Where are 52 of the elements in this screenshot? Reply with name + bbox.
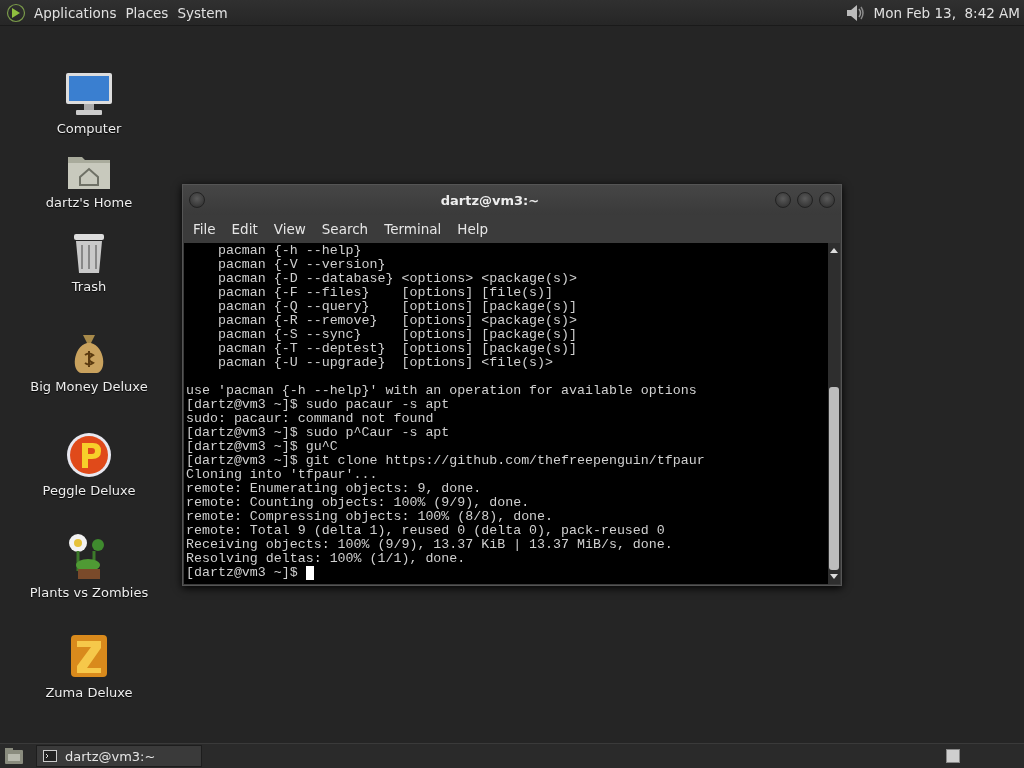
scrollbar[interactable] [828, 243, 840, 584]
terminal-line: [dartz@vm3 ~]$ sudo pacaur -s apt [186, 398, 450, 412]
desktop-icon-label[interactable]: dartz's Home [45, 195, 133, 210]
terminal-line: Receiving objects: 100% (9/9), 13.37 KiB | 13.37 MiB/s, done. [186, 538, 673, 552]
taskbar-button[interactable]: dartz@vm3:~ [36, 745, 202, 767]
desktop-icon-label[interactable]: Trash [71, 279, 107, 294]
terminal-line: pacman {-h --help} [216, 244, 362, 258]
terminal-line: pacman {-R --remove} [options] <package(s)> [216, 314, 577, 328]
terminal-line: Resolving deltas: 100% (1/1), done. [186, 552, 466, 566]
terminal-line: remote: Counting objects: 100% (9/9), done. [186, 496, 530, 510]
terminal-line: pacman {-V --version} [216, 258, 386, 272]
scroll-thumb[interactable] [829, 387, 839, 570]
show-desktop-icon[interactable] [4, 747, 24, 765]
desktop-icon-label[interactable]: Big Money Deluxe [30, 379, 148, 394]
terminal-line: pacman {-U --upgrade} [options] <file(s)> [216, 356, 554, 370]
menu-item[interactable]: File [187, 221, 226, 237]
logo-icon[interactable] [6, 2, 26, 23]
desktop-icon-label[interactable]: Peggle Deluxe [42, 483, 136, 498]
terminal-line: [dartz@vm3 ~]$ sudo p^Caur -s apt [186, 426, 450, 440]
menu-item[interactable]: View [267, 221, 316, 237]
terminal-line: pacman {-D --database} <options> <package(s)> [216, 272, 577, 286]
window-title: dartz@vm3:~ [439, 192, 541, 208]
terminal-line: pacman {-T --deptest} [options] [package(s)] [216, 342, 577, 356]
scroll-down-icon[interactable] [829, 573, 839, 581]
terminal-icon [43, 750, 57, 762]
menu-item[interactable]: Search [315, 221, 379, 237]
clock[interactable]: Mon Feb 13, 8:42 AM [873, 4, 1020, 21]
terminal-line: sudo: pacaur: command not found [186, 412, 434, 426]
menu-item[interactable]: Help [451, 221, 499, 237]
scroll-up-icon[interactable] [829, 246, 839, 254]
workspace-switcher[interactable] [946, 749, 960, 763]
terminal-line: remote: Enumerating objects: 9, done. [186, 482, 482, 496]
menu-item[interactable]: Terminal [378, 221, 452, 237]
terminal-line: pacman {-Q --query} [options] [package(s)] [216, 300, 577, 314]
terminal-line: remote: Compressing objects: 100% (8/8), done. [186, 510, 554, 524]
terminal-line: pacman {-S --sync} [options] [package(s)] [216, 328, 577, 342]
terminal-line: [dartz@vm3 ~]$ [186, 566, 299, 580]
terminal-line: [dartz@vm3 ~]$ git clone https://github.com/thefreepenguin/tfpaur [186, 454, 705, 468]
terminal-line: remote: Total 9 (delta 1), reused 0 (delta 0), pack-reused 0 [186, 524, 665, 538]
computer-icon[interactable] [64, 71, 114, 117]
panel-menu[interactable]: Places [123, 4, 176, 21]
desktop-icon-label[interactable]: Zuma Deluxe [45, 685, 133, 700]
terminal-line: use 'pacman {-h --help}' with an operation for available options [186, 384, 697, 398]
terminal-line: Cloning into 'tfpaur'... [186, 468, 378, 482]
terminal-line: [dartz@vm3 ~]$ gu^C [186, 440, 338, 454]
terminal-line: pacman {-F --files} [options] [file(s)] [216, 286, 554, 300]
desktop-icon-label[interactable]: Computer [56, 121, 122, 136]
menu-item[interactable]: Edit [225, 221, 268, 237]
desktop-icon-label[interactable]: Plants vs Zombies [29, 585, 149, 600]
panel-menu[interactable]: System [175, 4, 235, 21]
peggle-ball-icon[interactable] [65, 431, 113, 479]
panel-menu[interactable]: Applications [32, 4, 124, 21]
